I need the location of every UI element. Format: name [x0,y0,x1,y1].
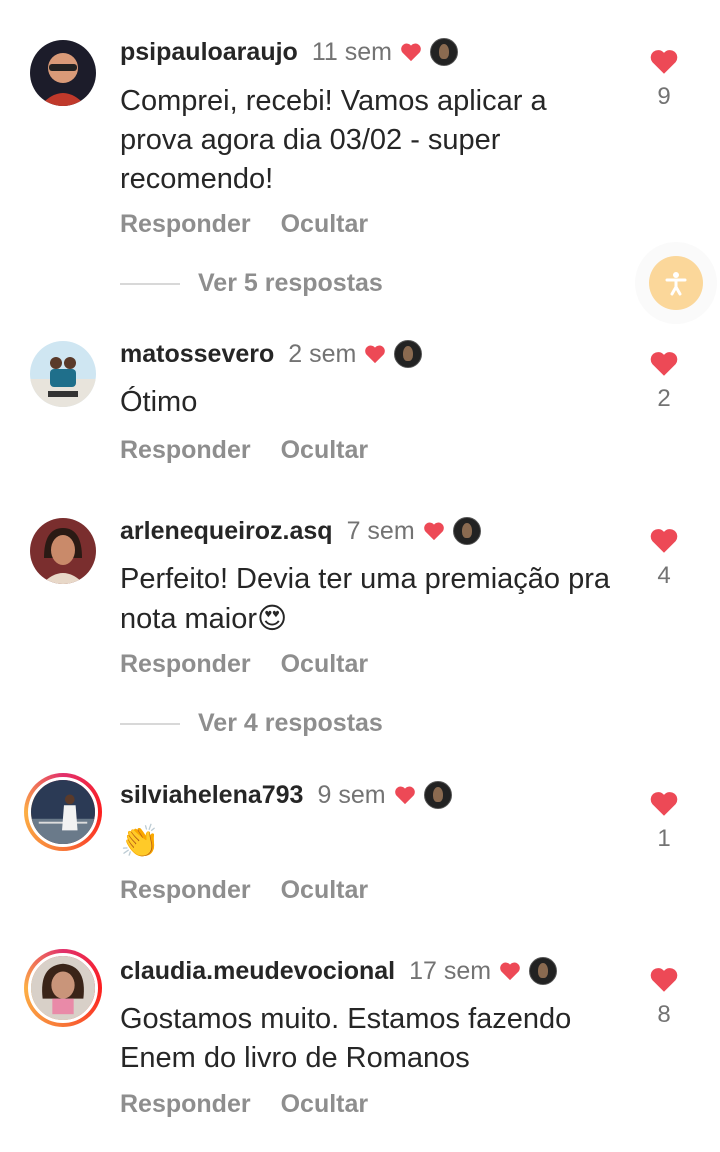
username[interactable]: claudia.meudevocional [120,956,395,986]
comment-text-body: Perfeito! Devia ter uma premiação pra no… [120,563,610,635]
like-count: 1 [657,825,671,852]
comment-text: Comprei, recebi! Vamos aplicar a prova a… [120,85,547,195]
creator-avatar-icon [452,517,481,545]
avatar-image [30,40,96,106]
heart-icon[interactable] [649,48,679,75]
heart-icon[interactable] [649,527,679,554]
heart-icon[interactable] [649,790,679,817]
creator-avatar-icon [394,340,423,368]
hide-button[interactable]: Ocultar [281,436,369,465]
comment-text: Gostamos muito. Estamos fazendo Enem do … [120,1003,572,1074]
hide-button[interactable]: Ocultar [281,1090,369,1119]
timestamp: 9 sem [317,781,386,809]
timestamp: 11 sem [311,38,392,66]
creator-liked-heart-icon [365,345,386,364]
comment-text: Perfeito! Devia ter uma premiação pra no… [120,560,640,639]
view-replies-button[interactable]: Ver 4 respostas [198,709,383,738]
creator-liked-heart-icon [401,43,421,62]
avatar[interactable] [30,40,96,106]
hide-button[interactable]: Ocultar [281,876,369,905]
avatar-image [31,780,95,844]
reply-button[interactable]: Responder [120,210,251,239]
divider [120,282,180,285]
heart-icon[interactable] [649,350,679,377]
like-count: 4 [657,562,671,589]
heart-eyes-emoji: 😍 [257,601,288,635]
creator-liked-heart-icon [423,522,444,541]
avatar-with-story-ring[interactable] [24,773,102,851]
hide-button[interactable]: Ocultar [281,210,369,239]
accessibility-icon [665,272,687,296]
creator-avatar-icon [429,38,458,66]
username[interactable]: psipauloaraujo [120,37,298,67]
creator-avatar-icon [529,957,558,985]
avatar[interactable] [30,341,96,407]
reply-button[interactable]: Responder [120,436,251,465]
divider [120,722,180,725]
reply-button[interactable]: Responder [120,1090,251,1119]
timestamp: 2 sem [288,340,357,368]
like-count: 2 [657,385,671,412]
username[interactable]: arlenequeiroz.asq [120,516,333,546]
like-count: 9 [657,83,671,110]
creator-liked-heart-icon [394,786,415,805]
like-count: 8 [657,1001,671,1028]
avatar-with-story-ring[interactable] [24,949,102,1027]
reply-button[interactable]: Responder [120,650,251,679]
view-replies-button[interactable]: Ver 5 respostas [198,269,383,298]
avatar-image [30,341,96,407]
accessibility-button[interactable] [649,256,703,310]
avatar-image [31,956,95,1020]
creator-liked-heart-icon [500,962,520,981]
timestamp: 7 sem [346,517,415,545]
avatar-image [30,518,96,584]
comment-text: 👏 [120,822,160,860]
heart-icon[interactable] [649,966,679,993]
username[interactable]: silviahelena793 [120,780,303,810]
comment-text: Ótimo [120,386,198,418]
creator-avatar-icon [423,781,452,809]
username[interactable]: matossevero [120,339,274,369]
hide-button[interactable]: Ocultar [281,650,369,679]
reply-button[interactable]: Responder [120,876,251,905]
timestamp: 17 sem [409,957,492,985]
avatar[interactable] [30,518,96,584]
